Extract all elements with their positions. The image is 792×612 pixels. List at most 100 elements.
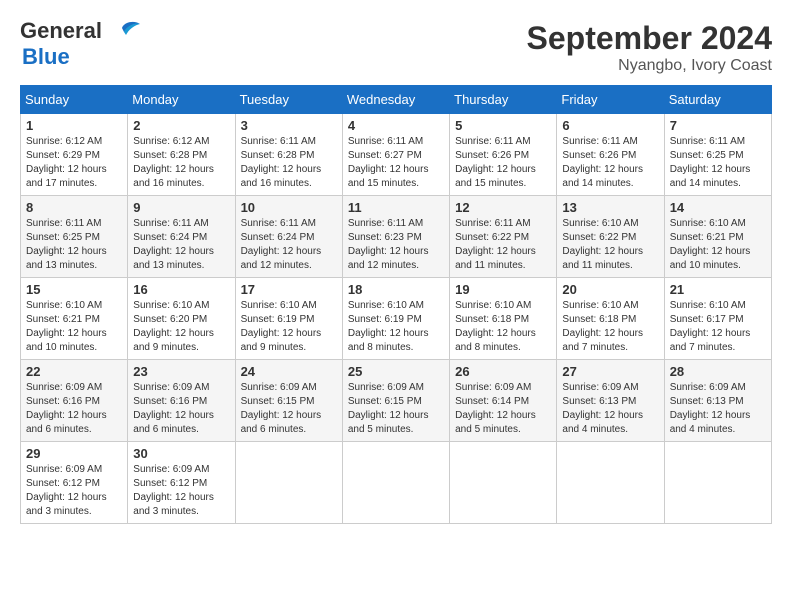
calendar-cell: [664, 442, 771, 524]
day-info: Sunrise: 6:09 AMSunset: 6:13 PMDaylight:…: [670, 381, 766, 437]
day-header-wednesday: Wednesday: [342, 86, 449, 114]
day-info: Sunrise: 6:10 AMSunset: 6:19 PMDaylight:…: [348, 299, 444, 355]
day-header-tuesday: Tuesday: [235, 86, 342, 114]
logo-bird-icon: [104, 20, 140, 48]
day-info: Sunrise: 6:11 AMSunset: 6:24 PMDaylight:…: [241, 217, 337, 273]
day-info: Sunrise: 6:12 AMSunset: 6:28 PMDaylight:…: [133, 135, 229, 191]
calendar-header-row: SundayMondayTuesdayWednesdayThursdayFrid…: [21, 86, 772, 114]
day-info: Sunrise: 6:09 AMSunset: 6:15 PMDaylight:…: [348, 381, 444, 437]
day-number: 28: [670, 364, 766, 379]
day-info: Sunrise: 6:09 AMSunset: 6:12 PMDaylight:…: [26, 463, 122, 519]
calendar-cell: 18 Sunrise: 6:10 AMSunset: 6:19 PMDaylig…: [342, 278, 449, 360]
calendar-cell: [557, 442, 664, 524]
calendar-cell: 28 Sunrise: 6:09 AMSunset: 6:13 PMDaylig…: [664, 360, 771, 442]
day-info: Sunrise: 6:09 AMSunset: 6:15 PMDaylight:…: [241, 381, 337, 437]
calendar-cell: 2 Sunrise: 6:12 AMSunset: 6:28 PMDayligh…: [128, 114, 235, 196]
calendar-cell: 4 Sunrise: 6:11 AMSunset: 6:27 PMDayligh…: [342, 114, 449, 196]
logo: General Blue: [20, 20, 140, 70]
day-header-saturday: Saturday: [664, 86, 771, 114]
day-info: Sunrise: 6:11 AMSunset: 6:28 PMDaylight:…: [241, 135, 337, 191]
day-number: 9: [133, 200, 229, 215]
calendar-table: SundayMondayTuesdayWednesdayThursdayFrid…: [20, 85, 772, 524]
day-number: 23: [133, 364, 229, 379]
day-info: Sunrise: 6:10 AMSunset: 6:20 PMDaylight:…: [133, 299, 229, 355]
day-number: 3: [241, 118, 337, 133]
logo-blue-text: Blue: [22, 44, 70, 70]
day-number: 4: [348, 118, 444, 133]
title-area: September 2024 Nyangbo, Ivory Coast: [527, 20, 772, 75]
calendar-cell: 13 Sunrise: 6:10 AMSunset: 6:22 PMDaylig…: [557, 196, 664, 278]
calendar-cell: [235, 442, 342, 524]
calendar-cell: 9 Sunrise: 6:11 AMSunset: 6:24 PMDayligh…: [128, 196, 235, 278]
calendar-week-5: 29 Sunrise: 6:09 AMSunset: 6:12 PMDaylig…: [21, 442, 772, 524]
calendar-cell: 15 Sunrise: 6:10 AMSunset: 6:21 PMDaylig…: [21, 278, 128, 360]
day-info: Sunrise: 6:11 AMSunset: 6:23 PMDaylight:…: [348, 217, 444, 273]
day-info: Sunrise: 6:11 AMSunset: 6:22 PMDaylight:…: [455, 217, 551, 273]
day-number: 2: [133, 118, 229, 133]
calendar-cell: 8 Sunrise: 6:11 AMSunset: 6:25 PMDayligh…: [21, 196, 128, 278]
day-number: 22: [26, 364, 122, 379]
day-number: 6: [562, 118, 658, 133]
day-info: Sunrise: 6:11 AMSunset: 6:24 PMDaylight:…: [133, 217, 229, 273]
day-header-thursday: Thursday: [450, 86, 557, 114]
day-info: Sunrise: 6:10 AMSunset: 6:21 PMDaylight:…: [26, 299, 122, 355]
day-info: Sunrise: 6:09 AMSunset: 6:14 PMDaylight:…: [455, 381, 551, 437]
location: Nyangbo, Ivory Coast: [527, 57, 772, 75]
day-number: 25: [348, 364, 444, 379]
day-info: Sunrise: 6:09 AMSunset: 6:13 PMDaylight:…: [562, 381, 658, 437]
day-number: 5: [455, 118, 551, 133]
calendar-week-1: 1 Sunrise: 6:12 AMSunset: 6:29 PMDayligh…: [21, 114, 772, 196]
day-info: Sunrise: 6:09 AMSunset: 6:12 PMDaylight:…: [133, 463, 229, 519]
day-number: 16: [133, 282, 229, 297]
calendar-cell: 25 Sunrise: 6:09 AMSunset: 6:15 PMDaylig…: [342, 360, 449, 442]
day-number: 27: [562, 364, 658, 379]
day-header-friday: Friday: [557, 86, 664, 114]
calendar-cell: 24 Sunrise: 6:09 AMSunset: 6:15 PMDaylig…: [235, 360, 342, 442]
day-header-monday: Monday: [128, 86, 235, 114]
day-number: 17: [241, 282, 337, 297]
calendar-cell: 3 Sunrise: 6:11 AMSunset: 6:28 PMDayligh…: [235, 114, 342, 196]
calendar-cell: 30 Sunrise: 6:09 AMSunset: 6:12 PMDaylig…: [128, 442, 235, 524]
calendar-cell: 22 Sunrise: 6:09 AMSunset: 6:16 PMDaylig…: [21, 360, 128, 442]
calendar-cell: 12 Sunrise: 6:11 AMSunset: 6:22 PMDaylig…: [450, 196, 557, 278]
day-info: Sunrise: 6:10 AMSunset: 6:19 PMDaylight:…: [241, 299, 337, 355]
calendar-week-2: 8 Sunrise: 6:11 AMSunset: 6:25 PMDayligh…: [21, 196, 772, 278]
day-info: Sunrise: 6:10 AMSunset: 6:18 PMDaylight:…: [455, 299, 551, 355]
calendar-week-3: 15 Sunrise: 6:10 AMSunset: 6:21 PMDaylig…: [21, 278, 772, 360]
day-info: Sunrise: 6:11 AMSunset: 6:25 PMDaylight:…: [26, 217, 122, 273]
day-number: 30: [133, 446, 229, 461]
day-number: 26: [455, 364, 551, 379]
calendar-cell: 20 Sunrise: 6:10 AMSunset: 6:18 PMDaylig…: [557, 278, 664, 360]
month-title: September 2024: [527, 20, 772, 57]
day-info: Sunrise: 6:10 AMSunset: 6:22 PMDaylight:…: [562, 217, 658, 273]
day-info: Sunrise: 6:10 AMSunset: 6:18 PMDaylight:…: [562, 299, 658, 355]
page-header: General Blue September 2024 Nyangbo, Ivo…: [20, 20, 772, 75]
calendar-cell: 16 Sunrise: 6:10 AMSunset: 6:20 PMDaylig…: [128, 278, 235, 360]
calendar-cell: 21 Sunrise: 6:10 AMSunset: 6:17 PMDaylig…: [664, 278, 771, 360]
day-number: 14: [670, 200, 766, 215]
day-number: 11: [348, 200, 444, 215]
day-info: Sunrise: 6:10 AMSunset: 6:17 PMDaylight:…: [670, 299, 766, 355]
calendar-cell: 10 Sunrise: 6:11 AMSunset: 6:24 PMDaylig…: [235, 196, 342, 278]
calendar-cell: 11 Sunrise: 6:11 AMSunset: 6:23 PMDaylig…: [342, 196, 449, 278]
day-number: 29: [26, 446, 122, 461]
day-info: Sunrise: 6:10 AMSunset: 6:21 PMDaylight:…: [670, 217, 766, 273]
calendar-cell: 23 Sunrise: 6:09 AMSunset: 6:16 PMDaylig…: [128, 360, 235, 442]
day-number: 1: [26, 118, 122, 133]
day-number: 15: [26, 282, 122, 297]
calendar-cell: 19 Sunrise: 6:10 AMSunset: 6:18 PMDaylig…: [450, 278, 557, 360]
calendar-cell: 26 Sunrise: 6:09 AMSunset: 6:14 PMDaylig…: [450, 360, 557, 442]
day-number: 8: [26, 200, 122, 215]
day-info: Sunrise: 6:12 AMSunset: 6:29 PMDaylight:…: [26, 135, 122, 191]
day-info: Sunrise: 6:11 AMSunset: 6:27 PMDaylight:…: [348, 135, 444, 191]
day-info: Sunrise: 6:11 AMSunset: 6:25 PMDaylight:…: [670, 135, 766, 191]
day-info: Sunrise: 6:11 AMSunset: 6:26 PMDaylight:…: [562, 135, 658, 191]
day-info: Sunrise: 6:09 AMSunset: 6:16 PMDaylight:…: [133, 381, 229, 437]
calendar-cell: 1 Sunrise: 6:12 AMSunset: 6:29 PMDayligh…: [21, 114, 128, 196]
calendar-cell: 5 Sunrise: 6:11 AMSunset: 6:26 PMDayligh…: [450, 114, 557, 196]
calendar-cell: 14 Sunrise: 6:10 AMSunset: 6:21 PMDaylig…: [664, 196, 771, 278]
day-number: 20: [562, 282, 658, 297]
calendar-cell: [342, 442, 449, 524]
calendar-cell: 17 Sunrise: 6:10 AMSunset: 6:19 PMDaylig…: [235, 278, 342, 360]
day-number: 21: [670, 282, 766, 297]
